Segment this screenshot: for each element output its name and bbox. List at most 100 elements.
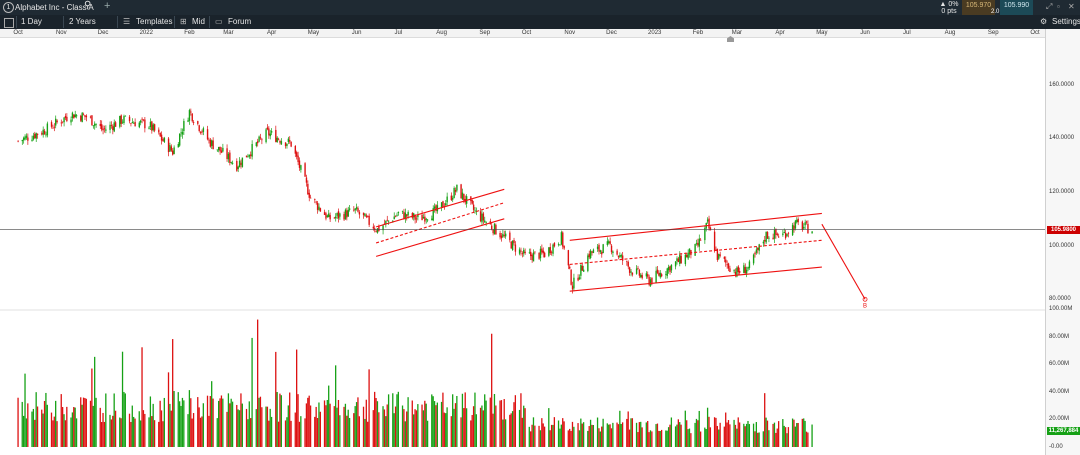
volume-bar (426, 420, 429, 447)
volume-bar (704, 427, 706, 447)
volume-bar (560, 424, 562, 447)
month-label: Apr (775, 30, 785, 36)
volume-bar (464, 392, 466, 447)
volume-bar (53, 416, 55, 447)
volume-bar (461, 393, 464, 447)
change-readout: ▲ 0% 0 pts (938, 0, 960, 15)
volume-bar (133, 416, 135, 447)
volume-bar (602, 418, 604, 447)
volume-bar (563, 421, 565, 447)
candle-body (549, 246, 551, 254)
bid-price: 105.970 (965, 2, 992, 9)
volume-bar (680, 424, 682, 447)
volume-bar (354, 406, 356, 447)
volume-bar (725, 412, 727, 447)
candle-body (520, 250, 522, 252)
candle-body (694, 243, 696, 256)
volume-bar (726, 422, 728, 447)
candle-body (578, 277, 581, 280)
volume-bar (266, 406, 269, 447)
range-dropdown[interactable]: 2 Years (69, 17, 96, 27)
candle-body (50, 122, 53, 127)
volume-bar (276, 392, 278, 447)
candle-body (559, 244, 561, 246)
volume-axis-label: 20.00M (1049, 416, 1070, 423)
candle-body (581, 265, 583, 271)
volume-bar (43, 400, 46, 447)
price-type-button[interactable]: Mid (192, 17, 205, 27)
volume-bar (679, 422, 681, 447)
volume-bar (443, 412, 445, 447)
forum-icon[interactable]: ▭ (215, 17, 223, 27)
candle-body (261, 139, 263, 141)
interval-dropdown[interactable]: 1 Day (21, 17, 42, 27)
candle-body (743, 265, 745, 273)
volume-bar (358, 416, 360, 447)
volume-bar (414, 409, 416, 447)
candle-body (167, 138, 170, 153)
volume-bar (811, 424, 813, 447)
volume-bar (209, 396, 211, 447)
info-icon[interactable]: 1 (3, 2, 14, 13)
volume-bar (152, 403, 154, 447)
volume-bar (202, 403, 204, 447)
month-label: Jun (860, 30, 870, 36)
candle-body (598, 244, 600, 252)
candle-body (316, 202, 319, 210)
volume-bar (500, 400, 503, 447)
volume-bar (559, 428, 561, 447)
candle-body (472, 204, 475, 210)
candle-body (794, 220, 797, 229)
candle-body (89, 116, 92, 118)
add-tab-icon[interactable]: + (104, 1, 110, 12)
candle-body (463, 193, 465, 201)
volume-bar (734, 424, 737, 447)
candle-body (524, 251, 526, 254)
candle-body (452, 197, 454, 200)
forum-button[interactable]: Forum (228, 17, 251, 27)
candle-body (752, 254, 755, 264)
volume-bar (102, 412, 104, 447)
price-axis[interactable]: 105.9800 11,267,884 160.0000 140.0000 120.… (1045, 29, 1080, 455)
candle-body (220, 150, 223, 153)
volume-bar (139, 420, 142, 447)
candle-body (479, 211, 482, 222)
price-axis-label: 120.0000 (1049, 189, 1075, 195)
change-percent: ▲ 0% (939, 1, 959, 8)
volume-bar (231, 401, 234, 447)
candle-body (454, 189, 457, 192)
search-icon[interactable]: ⚲ (84, 1, 91, 11)
candle-body (471, 200, 473, 204)
candle-body (152, 124, 154, 131)
volume-bar (548, 408, 550, 447)
volume-bar (269, 408, 271, 447)
pop-out-icon[interactable]: ⤢ (1046, 2, 1052, 12)
candle-body (226, 148, 228, 159)
settings-icon[interactable]: ⚙ (1040, 17, 1047, 27)
candle-body (219, 146, 221, 152)
close-icon[interactable]: ✕ (1068, 2, 1075, 12)
price-type-icon[interactable]: ⊞ (180, 17, 187, 27)
volume-bar (659, 430, 661, 447)
volume-bar (387, 394, 390, 447)
candle-body (202, 128, 205, 132)
volume-bar (245, 408, 248, 447)
candle-body (407, 211, 409, 216)
volume-bar (433, 401, 436, 447)
candle-body (80, 115, 82, 121)
volume-bar (708, 416, 710, 447)
volume-bar (280, 395, 282, 447)
templates-button[interactable]: Templates (136, 17, 172, 27)
volume-bar (580, 418, 582, 447)
candle-body (206, 129, 209, 140)
templates-icon[interactable]: ☰ (123, 17, 130, 27)
maximize-icon[interactable]: ▫ (1057, 2, 1060, 12)
instrument-title[interactable]: Alphabet Inc - Class A (15, 3, 94, 13)
candle-body (63, 117, 65, 123)
layout-icon[interactable] (4, 18, 14, 28)
ask-button[interactable]: 105.990 (1000, 0, 1033, 15)
volume-bar (698, 410, 700, 447)
price-chart[interactable]: B (0, 37, 1045, 455)
settings-button[interactable]: Settings (1052, 17, 1080, 27)
candle-body (534, 251, 536, 253)
